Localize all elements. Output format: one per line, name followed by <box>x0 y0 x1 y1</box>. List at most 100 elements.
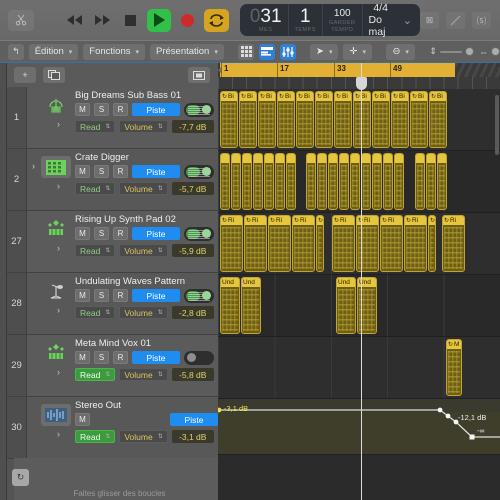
disclosure-arrow[interactable]: › <box>57 305 60 315</box>
region[interactable]: Und <box>220 277 240 334</box>
region[interactable]: ↻Ri <box>442 215 465 272</box>
scissors-icon[interactable] <box>8 9 34 31</box>
region[interactable] <box>415 153 425 210</box>
region[interactable] <box>306 153 316 210</box>
track-lane[interactable]: Und Und Und Und <box>218 275 500 337</box>
mute-button[interactable]: M <box>75 103 90 116</box>
region[interactable]: ↻Ri <box>404 215 427 272</box>
chevron-down-icon[interactable]: ⌄ <box>399 4 416 36</box>
automation-parameter-select[interactable]: Volume ⇅ <box>119 182 168 195</box>
automation-parameter-select[interactable]: Volume ⇅ <box>119 430 168 443</box>
pencil-icon[interactable] <box>446 11 465 29</box>
volume-slider[interactable] <box>184 102 214 117</box>
track-assign-button[interactable]: Piste <box>132 289 180 302</box>
region[interactable] <box>328 153 338 210</box>
cycle-icon[interactable] <box>204 8 229 32</box>
automation-mode-select[interactable]: Read ⇅ <box>75 120 116 133</box>
disclosure-arrow[interactable]: › <box>57 429 60 439</box>
region[interactable]: ↻Ri <box>268 215 291 272</box>
lcd-beat-cell[interactable]: 1 TEMPS <box>287 4 322 36</box>
undo-icon[interactable]: ↰ <box>8 43 24 60</box>
track-lane[interactable]: ↻Ri↻Ri↻Ri↻Ri↻Ri↻Ri↻Ri↻Ri↻Ri↻Ri↻Ri <box>218 213 500 275</box>
mute-button[interactable]: M <box>75 227 90 240</box>
automation-value[interactable]: -2,8 dB <box>171 306 214 319</box>
mute-button[interactable]: M <box>75 165 90 178</box>
hzoom-knob[interactable] <box>490 47 500 56</box>
region[interactable] <box>242 153 252 210</box>
record-enable-button[interactable]: R <box>113 103 128 116</box>
mute-button[interactable]: M <box>75 351 90 364</box>
automation-mode-select[interactable]: Read ⇅ <box>75 430 116 443</box>
region[interactable] <box>372 153 382 210</box>
region[interactable]: ↻Ri <box>220 215 243 272</box>
track-view-toggle[interactable] <box>188 67 210 83</box>
vertical-scrollbar[interactable] <box>495 89 499 498</box>
track-assign-button[interactable]: Piste <box>132 165 180 178</box>
region[interactable]: Und <box>336 277 356 334</box>
region[interactable]: ↻ Bi <box>429 91 447 148</box>
region[interactable]: ↻Ri <box>356 215 379 272</box>
track-name[interactable]: Rising Up Synth Pad 02 <box>75 214 176 225</box>
lcd-signature-cell[interactable]: 4/4 Do maj <box>361 2 399 38</box>
region[interactable] <box>220 153 230 210</box>
solo-button[interactable]: S <box>94 351 109 364</box>
region[interactable]: ↻ Bi <box>296 91 314 148</box>
track-row[interactable]: 1 › Big Dreams Sub Bass 01 M S R Piste R… <box>7 87 233 149</box>
arrange-area[interactable]: 1 17 33 49 ↻ Bi ↻ Bi ↻ Bi ↻ Bi ↻ Bi ↻ Bi ↻ Bi ↻ Bi ↻ Bi ↻ B… <box>218 63 500 500</box>
volume-slider[interactable] <box>184 164 214 179</box>
track-row[interactable]: 30 › Stereo Out M Piste Read ⇅ Volume ⇅ … <box>7 397 271 459</box>
solo-button[interactable]: S <box>94 227 109 240</box>
region[interactable]: ↻ Bi <box>334 91 352 148</box>
playhead[interactable] <box>356 63 367 500</box>
region[interactable] <box>286 153 296 210</box>
rewind-icon[interactable] <box>63 9 86 31</box>
disclosure-arrow[interactable]: › <box>57 119 60 129</box>
region[interactable] <box>275 153 285 210</box>
disclosure-arrow[interactable]: › <box>57 367 60 377</box>
track-assign-button[interactable]: Piste <box>132 227 180 240</box>
mute-button[interactable]: M <box>75 413 90 426</box>
region[interactable] <box>253 153 263 210</box>
mixer-icon[interactable] <box>279 43 296 60</box>
region[interactable] <box>350 153 360 210</box>
track-name[interactable]: Big Dreams Sub Bass 01 <box>75 90 181 101</box>
automation-value[interactable]: -5,9 dB <box>171 244 214 257</box>
vzoom-knob[interactable] <box>464 47 474 56</box>
region[interactable] <box>394 153 404 210</box>
automation-parameter-select[interactable]: Volume ⇅ <box>119 368 168 381</box>
region[interactable]: ↻Ri <box>380 215 403 272</box>
region[interactable] <box>437 153 447 210</box>
menu-presentation[interactable]: Présentation ▾ <box>150 43 224 60</box>
grid-icon[interactable] <box>238 43 255 60</box>
vertical-zoom-slider[interactable]: ⇕ <box>429 46 474 57</box>
track-lane[interactable]: ↻ Bi ↻ Bi ↻ Bi ↻ Bi ↻ Bi ↻ Bi ↻ Bi ↻ Bi ↻ Bi ↻ Bi ↻ Bi ↻ Bi <box>218 89 500 151</box>
track-lane[interactable]: ↻ M <box>218 337 500 399</box>
menu-edition[interactable]: Édition ▾ <box>28 43 79 60</box>
track-disclosure-arrow[interactable]: › <box>32 161 35 171</box>
region[interactable]: ↻ Bi <box>315 91 333 148</box>
track-name[interactable]: Meta Mind Vox 01 <box>75 338 151 349</box>
forward-icon[interactable] <box>91 9 114 31</box>
record-enable-button[interactable]: R <box>113 165 128 178</box>
automation-value[interactable]: -3,1 dB <box>171 430 214 443</box>
add-track-button[interactable]: + <box>14 67 36 83</box>
automation-lane[interactable]: -3,1 dB -12,1 dB -∞ <box>218 399 500 455</box>
automation-point[interactable] <box>218 407 222 413</box>
playhead-handle[interactable] <box>356 77 367 90</box>
bar-ruler[interactable]: 1 17 33 49 <box>218 63 500 77</box>
region[interactable]: ↻ Bi <box>353 91 371 148</box>
track-row[interactable]: 29 › Meta Mind Vox 01 M S R Piste Read ⇅… <box>7 335 233 397</box>
automation-point[interactable] <box>469 434 475 440</box>
region[interactable] <box>383 153 393 210</box>
lcd-display[interactable]: 031 MES 1 TEMPS 100 GARDER TEMPO 4/4 Do … <box>239 2 420 38</box>
region[interactable]: ↻ M <box>446 339 462 396</box>
stop-icon[interactable] <box>119 9 142 31</box>
x-box-icon[interactable]: ⊠ <box>420 11 439 29</box>
record-enable-button[interactable]: R <box>113 351 128 364</box>
track-name[interactable]: Crate Digger <box>75 152 129 163</box>
list-icon[interactable] <box>259 43 275 60</box>
region[interactable] <box>231 153 241 210</box>
track-lane[interactable] <box>218 151 500 213</box>
track-assign-button[interactable]: Piste <box>132 103 180 116</box>
s-box-icon[interactable]: ⒮ <box>472 11 491 29</box>
